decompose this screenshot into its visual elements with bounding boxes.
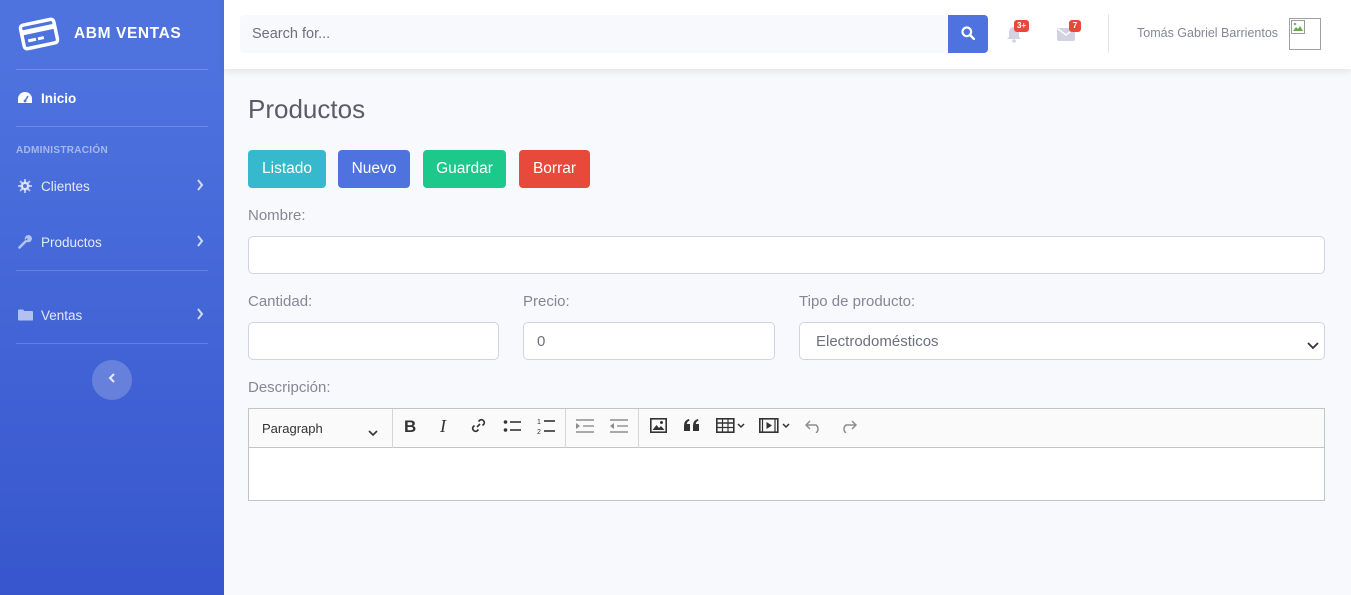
sidebar-toggle-button[interactable]: [92, 360, 132, 400]
chevron-left-icon: [108, 371, 116, 389]
sidebar-divider: [16, 126, 208, 127]
sidebar-item-productos[interactable]: Productos: [16, 230, 208, 254]
product-type-select[interactable]: Electrodomésticos: [799, 322, 1325, 360]
rich-text-editor: Paragraph B I 1 2: [248, 408, 1325, 501]
editor-content-area[interactable]: [249, 448, 1324, 500]
description-label: Descripción:: [248, 379, 331, 396]
toolbar-separator: [638, 408, 639, 448]
svg-text:B: B: [404, 418, 416, 434]
sidebar: ABM VENTAS Inicio ADMINISTRACIÓN Cliente…: [0, 0, 224, 595]
redo-icon: [839, 419, 858, 438]
avatar[interactable]: [1289, 18, 1321, 50]
toolbar-separator: [565, 408, 566, 448]
quantity-field[interactable]: [248, 322, 499, 360]
heading-dropdown[interactable]: Paragraph: [249, 408, 393, 448]
sidebar-item-label: Clientes: [41, 178, 90, 194]
block-quote-button[interactable]: [675, 411, 709, 445]
search-icon: [961, 25, 976, 43]
sidebar-item-label: Ventas: [41, 307, 83, 323]
type-label: Tipo de producto:: [799, 293, 916, 310]
new-button[interactable]: Nuevo: [338, 150, 410, 188]
italic-button[interactable]: I: [427, 411, 461, 445]
chevron-down-icon: [368, 425, 378, 440]
sidebar-item-clientes[interactable]: Clientes: [16, 174, 208, 198]
svg-text:I: I: [439, 418, 447, 434]
numbered-list-icon: 1 2: [537, 417, 555, 440]
chevron-down-icon: [1307, 337, 1319, 354]
user-name[interactable]: Tomás Gabriel Barrientos: [1137, 26, 1278, 40]
select-value: Electrodomésticos: [816, 332, 939, 350]
wrench-icon: [16, 235, 34, 249]
svg-text:2: 2: [537, 429, 541, 435]
messages-badge: 7: [1069, 20, 1081, 32]
search-input[interactable]: [240, 15, 948, 53]
search-button[interactable]: [948, 15, 988, 53]
alerts-badge: 3+: [1014, 20, 1029, 32]
heading-dropdown-label: Paragraph: [262, 420, 323, 436]
editor-toolbar: Paragraph B I 1 2: [249, 408, 1324, 448]
chevron-right-icon: [196, 235, 204, 250]
sidebar-divider: [16, 343, 208, 344]
redo-button[interactable]: [831, 411, 865, 445]
brand[interactable]: ABM VENTAS: [18, 14, 181, 54]
numbered-list-button[interactable]: 1 2: [529, 411, 563, 445]
media-icon: [759, 418, 791, 438]
bulleted-list-icon: [503, 418, 521, 439]
folder-icon: [16, 308, 34, 322]
dashboard-icon: [16, 91, 34, 105]
sidebar-divider: [16, 270, 208, 271]
insert-table-button[interactable]: [709, 411, 753, 445]
sidebar-item-inicio[interactable]: Inicio: [16, 86, 208, 110]
page-title: Productos: [248, 94, 366, 124]
price-label: Precio:: [523, 293, 570, 310]
quote-icon: [684, 419, 700, 437]
price-field[interactable]: [523, 322, 775, 360]
table-icon: [716, 418, 746, 438]
gear-icon: [16, 179, 34, 193]
bold-button[interactable]: B: [393, 411, 427, 445]
bold-icon: B: [403, 417, 417, 439]
sidebar-item-label: Inicio: [41, 90, 77, 106]
image-icon: [649, 418, 667, 438]
bulleted-list-button[interactable]: [495, 411, 529, 445]
name-field[interactable]: [248, 236, 1325, 274]
chevron-right-icon: [196, 308, 204, 323]
sidebar-item-label: Productos: [41, 234, 102, 250]
chevron-right-icon: [196, 179, 204, 194]
outdent-icon: [610, 418, 628, 439]
search-form: [240, 15, 988, 53]
outdent-button[interactable]: [602, 411, 636, 445]
link-button[interactable]: [461, 411, 495, 445]
indent-icon: [576, 418, 594, 439]
messages-dropdown[interactable]: 7: [1056, 20, 1081, 46]
brand-name: ABM VENTAS: [74, 25, 182, 42]
undo-icon: [804, 419, 823, 438]
save-button[interactable]: Guardar: [423, 150, 506, 188]
link-icon: [470, 417, 487, 439]
undo-button[interactable]: [797, 411, 831, 445]
list-button[interactable]: Listado: [248, 150, 326, 188]
broken-image-icon: [1291, 20, 1305, 34]
italic-icon: I: [437, 416, 451, 439]
sidebar-item-ventas[interactable]: Ventas: [16, 303, 208, 327]
quantity-label: Cantidad:: [248, 293, 313, 310]
insert-image-button[interactable]: [641, 411, 675, 445]
topbar: 3+ 7 Tomás Gabriel Barrientos: [224, 0, 1351, 69]
svg-text:1: 1: [537, 419, 541, 426]
delete-button[interactable]: Borrar: [519, 150, 590, 188]
sidebar-divider: [16, 69, 208, 70]
credit-card-icon: [18, 14, 60, 54]
topbar-divider: [1108, 14, 1109, 53]
alerts-dropdown[interactable]: 3+: [1004, 20, 1029, 46]
name-label: Nombre:: [248, 207, 306, 224]
indent-button[interactable]: [568, 411, 602, 445]
sidebar-heading: ADMINISTRACIÓN: [16, 145, 108, 156]
insert-media-button[interactable]: [753, 411, 797, 445]
